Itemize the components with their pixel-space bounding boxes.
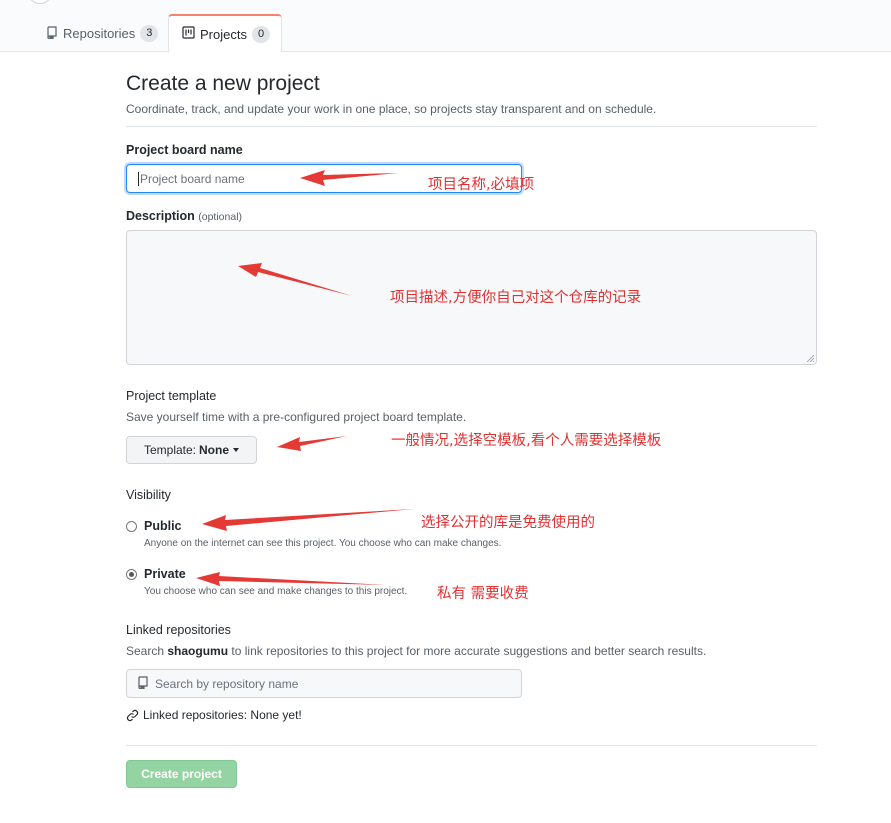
repo-tab-bar: Repositories 3 Projects 0 xyxy=(0,0,891,53)
annotation-public: 选择公开的库是免费使用的 xyxy=(421,515,595,531)
repo-icon xyxy=(137,675,149,692)
linked-note-suffix: to link repositories to this project for… xyxy=(231,644,707,658)
tab-label: Repositories xyxy=(63,26,136,41)
annotation-name: 项目名称,必填项 xyxy=(428,177,535,193)
linked-repos-note: Search shaogumu to link repositories to … xyxy=(126,644,706,658)
private-label[interactable]: Private xyxy=(144,567,186,581)
divider xyxy=(126,126,817,127)
annotation-private: 私有 需要收费 xyxy=(437,586,529,602)
description-label: Description (optional) xyxy=(126,209,242,223)
arrow-template xyxy=(277,436,347,451)
link-icon xyxy=(126,709,139,722)
template-label: Project template xyxy=(126,389,217,403)
linked-repos-label: Linked repositories xyxy=(126,623,231,637)
repo-search-placeholder: Search by repository name xyxy=(155,676,299,691)
tab-counter: 3 xyxy=(140,25,159,42)
project-name-label: Project board name xyxy=(126,143,243,157)
avatar-edge xyxy=(30,0,50,4)
annotation-template: 一般情况,选择空模板,看个人需要选择模板 xyxy=(391,433,662,449)
annotation-description: 项目描述,方便你自己对这个仓库的记录 xyxy=(390,290,642,306)
project-name-placeholder: Project board name xyxy=(140,171,245,186)
template-dropdown-button[interactable]: Template: None xyxy=(126,436,257,464)
public-label[interactable]: Public xyxy=(144,519,182,533)
template-note: Save yourself time with a pre-configured… xyxy=(126,410,467,424)
repo-icon xyxy=(46,25,58,42)
linked-repos-status: Linked repositories: None yet! xyxy=(126,708,302,722)
repo-search-input[interactable]: Search by repository name xyxy=(126,669,522,698)
arrow-private xyxy=(196,572,386,586)
template-value: None xyxy=(199,443,230,457)
resize-handle-icon[interactable] xyxy=(806,354,814,362)
page-title: Create a new project xyxy=(126,72,320,95)
page-subtitle: Coordinate, track, and update your work … xyxy=(126,102,657,116)
public-radio[interactable] xyxy=(126,521,137,532)
linked-status-label: Linked repositories: xyxy=(143,708,248,722)
dropdown-caret-icon xyxy=(233,448,240,452)
tab-label: Projects xyxy=(200,26,247,42)
template-prefix: Template: xyxy=(143,443,197,457)
arrow-public xyxy=(202,509,414,531)
tab-projects[interactable]: Projects 0 xyxy=(168,14,282,53)
private-note: You choose who can see and make changes … xyxy=(144,586,408,597)
visibility-label: Visibility xyxy=(126,488,171,502)
project-icon xyxy=(182,26,195,42)
tab-repositories[interactable]: Repositories 3 xyxy=(46,14,159,53)
linked-status-value: None yet! xyxy=(250,708,302,722)
linked-note-user: shaogumu xyxy=(167,644,229,658)
tab-counter: 0 xyxy=(251,25,271,43)
linked-note-prefix: Search xyxy=(126,644,165,658)
private-radio[interactable] xyxy=(126,569,137,580)
text-caret xyxy=(138,171,139,186)
description-label-text: Description xyxy=(126,209,195,223)
divider xyxy=(126,745,817,746)
public-note: Anyone on the internet can see this proj… xyxy=(144,538,502,549)
optional-tag: (optional) xyxy=(198,211,243,223)
create-project-button[interactable]: Create project xyxy=(126,760,237,788)
